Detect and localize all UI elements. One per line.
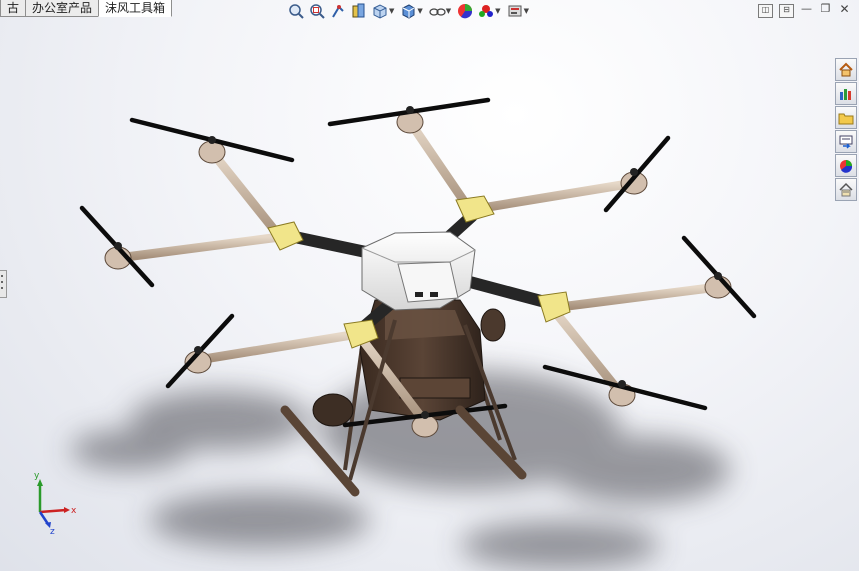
chevron-down-icon[interactable]: ▼ <box>446 7 451 15</box>
appearances-icon[interactable] <box>835 154 857 177</box>
tab-partial[interactable]: 古 <box>0 0 27 17</box>
chevron-down-icon[interactable]: ▼ <box>524 7 529 15</box>
view-settings-icon[interactable] <box>506 2 524 20</box>
triad-x-label: x <box>71 506 77 516</box>
zoom-to-fit-icon[interactable] <box>287 2 305 20</box>
tab-office-products[interactable]: 办公室产品 <box>25 0 100 17</box>
chevron-down-icon[interactable]: ▼ <box>389 7 394 15</box>
task-pane-tabs <box>835 58 857 201</box>
edit-appearance-icon[interactable] <box>456 2 474 20</box>
tile-viewport-icon[interactable]: ⊟ <box>779 4 794 18</box>
view-orientation-icon[interactable] <box>371 2 389 20</box>
apply-scene-icon[interactable] <box>477 2 495 20</box>
chevron-down-icon[interactable]: ▼ <box>495 7 500 15</box>
coordinate-triad: y x z <box>34 471 77 537</box>
display-style-icon[interactable] <box>399 2 417 20</box>
file-explorer-icon[interactable] <box>835 106 857 129</box>
triad-z-label: z <box>50 527 55 537</box>
custom-properties-icon[interactable] <box>835 178 857 201</box>
tab-bar: 古 办公室产品 沫风工具箱 <box>0 0 173 17</box>
previous-view-icon[interactable] <box>329 2 347 20</box>
close-icon[interactable]: ✕ <box>838 3 851 16</box>
central-hub-body <box>361 231 476 311</box>
chevron-down-icon[interactable]: ▼ <box>417 7 422 15</box>
restore-viewport-icon[interactable]: ◫ <box>758 4 773 18</box>
triad-y-label: y <box>34 471 40 481</box>
viewport-window-controls: ◫ ⊟ — ❐ ✕ <box>758 3 851 18</box>
hide-show-items-icon[interactable] <box>428 2 446 20</box>
tab-mofeng-toolbox[interactable]: 沫风工具箱 <box>98 0 173 17</box>
zoom-to-area-icon[interactable] <box>308 2 326 20</box>
heads-up-view-toolbar: ▼ ▼ ▼ ▼ ▼ <box>287 2 531 20</box>
graphics-area[interactable]: y x z <box>0 0 859 571</box>
view-palette-icon[interactable] <box>835 130 857 153</box>
maximize-icon[interactable]: ❐ <box>819 3 832 16</box>
panel-collapse-handle[interactable] <box>0 270 7 298</box>
design-library-icon[interactable] <box>835 82 857 105</box>
minimize-icon[interactable]: — <box>800 3 813 16</box>
section-view-icon[interactable] <box>350 2 368 20</box>
home-icon[interactable] <box>835 58 857 81</box>
